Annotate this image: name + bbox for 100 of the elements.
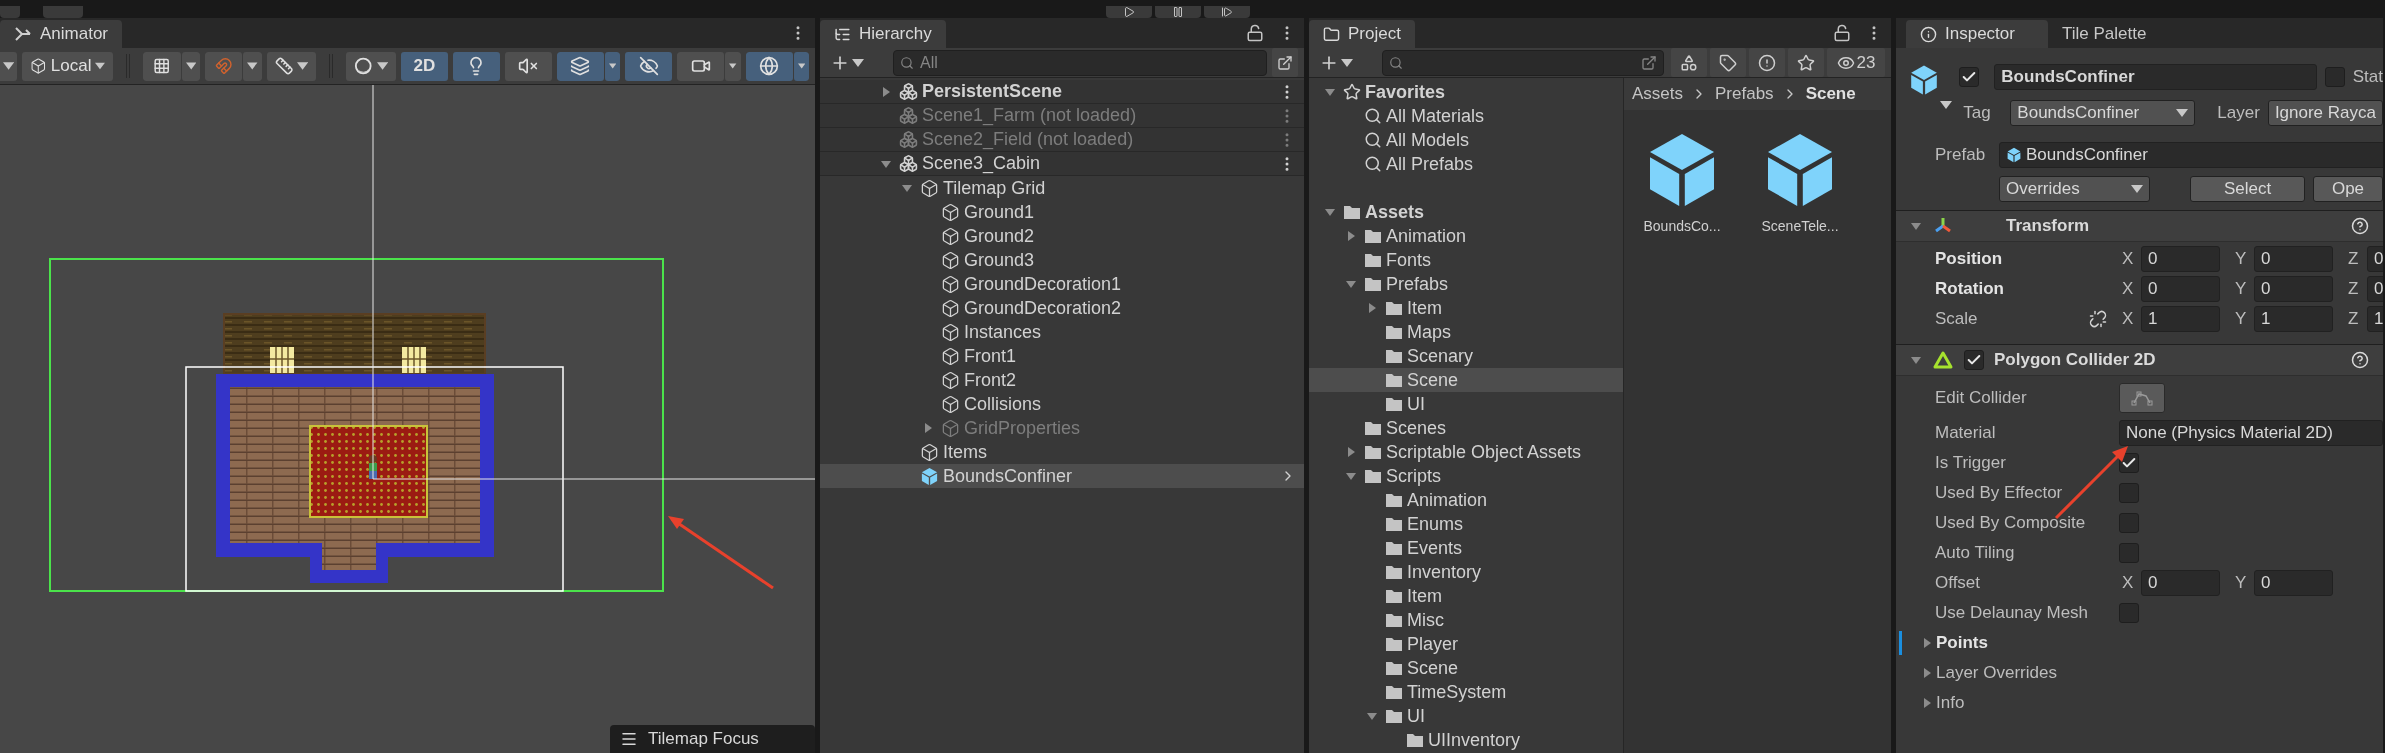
caret-down-icon[interactable]	[1910, 220, 1922, 232]
hidden-packages-button[interactable]: 23	[1827, 48, 1885, 77]
camera-toggle[interactable]	[677, 51, 725, 81]
dropdown-button[interactable]	[181, 51, 201, 81]
project-folder-item[interactable]: Events	[1309, 536, 1623, 560]
filter-label-button[interactable]	[1710, 48, 1746, 77]
search-field[interactable]	[1382, 49, 1664, 76]
asset-tile[interactable]: SceneTele...	[1752, 130, 1848, 234]
asset-tile[interactable]: BoundsCo...	[1634, 130, 1730, 234]
number-field[interactable]: 0	[2141, 570, 2220, 596]
checkbox[interactable]	[2119, 603, 2139, 623]
favorite-button[interactable]	[1788, 48, 1824, 77]
inspector-tab[interactable]: Tile Palette	[2048, 20, 2161, 48]
project-folder-item[interactable]: Misc	[1309, 608, 1623, 632]
caret-down-icon[interactable]	[1366, 710, 1378, 722]
2d-toggle[interactable]: 2D	[400, 51, 448, 81]
dropdown-button[interactable]	[604, 51, 621, 81]
project-folder-item[interactable]: UIInventory	[1309, 728, 1623, 752]
scene-row[interactable]: Scene3_Cabin	[820, 152, 1304, 176]
checkbox[interactable]	[2119, 513, 2139, 533]
visibility-toggle[interactable]	[625, 51, 673, 81]
number-field[interactable]: 0	[2254, 276, 2333, 302]
hierarchy-item[interactable]: Instances	[820, 320, 1304, 344]
increment-snap-dropdown[interactable]	[266, 51, 317, 81]
project-folder-item[interactable]: Assets	[1309, 200, 1623, 224]
tilemap-focus-overlay[interactable]: Tilemap Focus	[610, 725, 815, 753]
breadcrumb-link[interactable]: Scene	[1805, 84, 1856, 104]
hierarchy-item[interactable]: GroundDecoration2	[820, 296, 1304, 320]
hierarchy-item[interactable]: GroundDecoration1	[820, 272, 1304, 296]
audio-toggle[interactable]	[504, 51, 552, 81]
number-field[interactable]: 0	[2367, 246, 2383, 272]
caret-down-icon[interactable]	[1324, 206, 1336, 218]
scene-visibility-button[interactable]	[1272, 48, 1298, 77]
project-tab[interactable]: Project	[1309, 20, 1415, 48]
project-folder-item[interactable]: Item	[1309, 296, 1623, 320]
pause-button[interactable]	[1155, 6, 1201, 18]
project-folder-item[interactable]: Prefabs	[1309, 272, 1623, 296]
caret-right-icon[interactable]	[1366, 302, 1378, 314]
number-field[interactable]: 1	[2367, 306, 2383, 332]
hierarchy-item[interactable]: Items	[820, 440, 1304, 464]
project-folder-item[interactable]: UI	[1309, 704, 1623, 728]
number-field[interactable]: 1	[2254, 306, 2333, 332]
favorite-search-item[interactable]: All Prefabs	[1309, 152, 1623, 176]
favorite-search-item[interactable]: All Models	[1309, 128, 1623, 152]
project-folder-item[interactable]: Scriptable Object Assets	[1309, 440, 1623, 464]
number-field[interactable]: 0	[2367, 276, 2383, 302]
caret-down-icon[interactable]	[1345, 278, 1357, 290]
hierarchy-tab[interactable]: Hierarchy	[820, 20, 946, 48]
prefab-field[interactable]: BoundsConfiner	[1999, 142, 2383, 168]
caret-down-icon[interactable]	[1345, 470, 1357, 482]
hierarchy-item[interactable]: Ground1	[820, 200, 1304, 224]
project-folder-item[interactable]: Scenary	[1309, 344, 1623, 368]
hierarchy-item[interactable]: Ground2	[820, 224, 1304, 248]
foldout-label[interactable]: Points	[1936, 633, 1988, 653]
lock-icon[interactable]	[1246, 24, 1264, 42]
hierarchy-item[interactable]: Front2	[820, 368, 1304, 392]
filter-type-button[interactable]	[1671, 48, 1707, 77]
dropdown-button[interactable]	[793, 51, 809, 81]
edit-collider-button[interactable]	[2119, 383, 2165, 413]
project-folder-item[interactable]: Animation	[1309, 224, 1623, 248]
project-folder-item[interactable]: Player	[1309, 632, 1623, 656]
log-button[interactable]	[1749, 48, 1785, 77]
project-folder-item[interactable]: Favorites	[1309, 80, 1623, 104]
number-field[interactable]: 0	[2254, 570, 2333, 596]
grid-snap-toggle[interactable]	[143, 51, 181, 81]
name-field[interactable]: BoundsConfiner	[1994, 64, 2317, 90]
number-field[interactable]: 0	[2141, 246, 2220, 272]
help-icon[interactable]	[2351, 351, 2369, 369]
shading-dropdown[interactable]	[346, 51, 396, 81]
number-field[interactable]: 1	[2141, 306, 2220, 332]
layer-dropdown[interactable]: Ignore Rayca	[2267, 100, 2383, 126]
static-checkbox[interactable]	[2324, 67, 2345, 87]
pivot-dropdown[interactable]: Local	[22, 51, 114, 81]
lighting-toggle[interactable]	[452, 51, 500, 81]
hierarchy-item[interactable]: Tilemap Grid	[820, 176, 1304, 200]
component-header[interactable]: Transform	[1896, 210, 2383, 242]
project-folder-item[interactable]: Item	[1309, 584, 1623, 608]
caret-down-icon[interactable]	[1324, 86, 1336, 98]
project-folder-item[interactable]: Fonts	[1309, 248, 1623, 272]
component-header[interactable]: Polygon Collider 2D	[1896, 344, 2383, 376]
search-field[interactable]: All	[893, 49, 1267, 76]
checkbox[interactable]	[2119, 543, 2139, 563]
snap-toggle[interactable]	[205, 51, 243, 81]
favorite-search-item[interactable]: All Materials	[1309, 104, 1623, 128]
enabled-checkbox[interactable]	[1964, 350, 1984, 370]
prefab-button[interactable]: Ope	[2313, 176, 2383, 202]
checkbox[interactable]	[2119, 483, 2139, 503]
breadcrumb-link[interactable]: Assets	[1632, 84, 1684, 104]
caret-right-icon[interactable]	[1921, 637, 1933, 649]
number-field[interactable]: 0	[2254, 246, 2333, 272]
broken-link-icon[interactable]	[2089, 310, 2107, 328]
foldout-label[interactable]: Info	[1936, 693, 1965, 713]
project-folder-item[interactable]: Scene	[1309, 656, 1623, 680]
hierarchy-item[interactable]: Collisions	[820, 392, 1304, 416]
dropdown-button[interactable]	[243, 51, 262, 81]
caret-right-icon[interactable]	[880, 85, 892, 98]
gizmos-toggle[interactable]	[745, 51, 793, 81]
project-folder-item[interactable]: Maps	[1309, 320, 1623, 344]
project-folder-item[interactable]: Scripts	[1309, 464, 1623, 488]
project-folder-item[interactable]: Animation	[1309, 488, 1623, 512]
